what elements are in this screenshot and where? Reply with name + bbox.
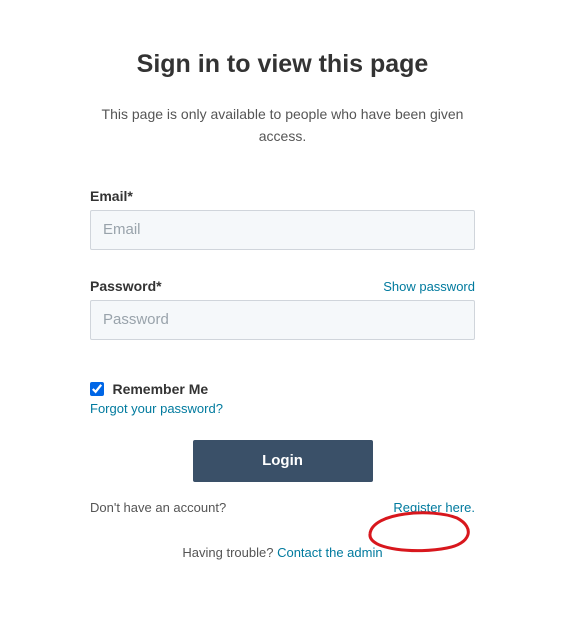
trouble-row: Having trouble? Contact the admin bbox=[90, 545, 475, 560]
email-label: Email* bbox=[90, 188, 475, 204]
trouble-prompt: Having trouble? bbox=[182, 545, 277, 560]
show-password-link[interactable]: Show password bbox=[383, 279, 475, 294]
password-label: Password* bbox=[90, 278, 162, 294]
page-subtitle: This page is only available to people wh… bbox=[60, 103, 505, 148]
account-row: Don't have an account? Register here. bbox=[90, 500, 475, 515]
register-prompt: Don't have an account? bbox=[90, 500, 226, 515]
login-button[interactable]: Login bbox=[193, 440, 373, 482]
remember-checkbox[interactable] bbox=[90, 382, 104, 396]
remember-label: Remember Me bbox=[112, 381, 208, 397]
email-field[interactable] bbox=[90, 210, 475, 250]
password-group: Password* Show password bbox=[90, 278, 475, 340]
forgot-password-link[interactable]: Forgot your password? bbox=[90, 401, 223, 416]
password-field[interactable] bbox=[90, 300, 475, 340]
email-group: Email* bbox=[90, 188, 475, 250]
remember-row: Remember Me bbox=[90, 380, 475, 398]
contact-admin-link[interactable]: Contact the admin bbox=[277, 545, 383, 560]
page-title: Sign in to view this page bbox=[60, 50, 505, 79]
register-link[interactable]: Register here. bbox=[393, 500, 475, 515]
